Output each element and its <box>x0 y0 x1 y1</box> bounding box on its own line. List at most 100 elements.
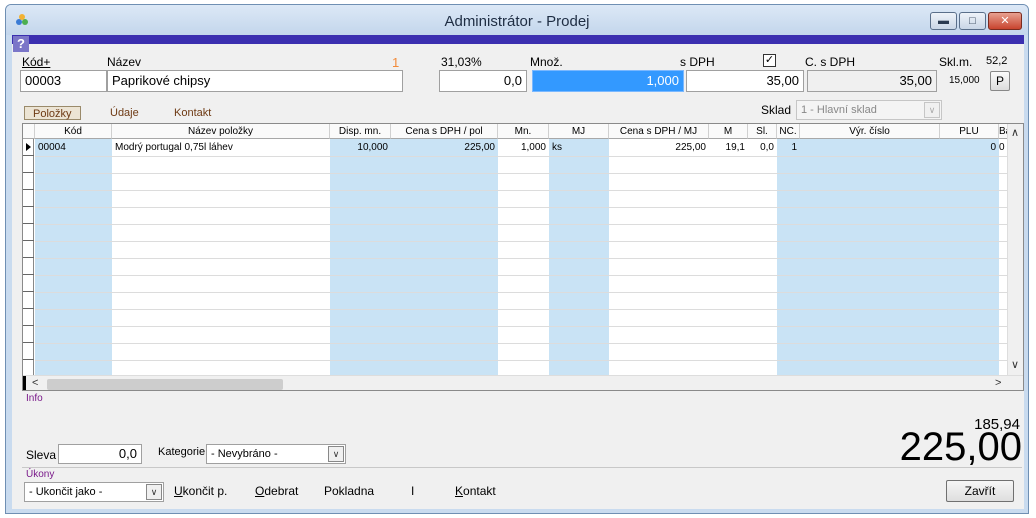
tab-udaje[interactable]: Údaje <box>110 106 139 120</box>
row-indicator[interactable] <box>23 207 34 224</box>
app-window: Administrátor - Prodej ▬ □ ✕ ? Kód+ Náze… <box>5 4 1029 514</box>
column-header-mn[interactable]: Mn. <box>498 124 549 139</box>
cell-sl: 0,0 <box>760 142 774 153</box>
column-header-m[interactable]: M <box>709 124 748 139</box>
column-header-nc[interactable]: NC. <box>777 124 800 139</box>
p-button[interactable]: P <box>990 71 1010 91</box>
chevron-down-icon: ∨ <box>924 102 940 118</box>
ukony-label: Úkony <box>26 469 55 480</box>
column-header-indicator <box>23 124 35 139</box>
row-divider <box>35 292 1009 293</box>
scroll-thumb[interactable] <box>47 379 283 390</box>
column-highlight <box>391 139 498 375</box>
vertical-scrollbar[interactable]: ∧ ∨ <box>1007 124 1023 375</box>
column-header-plu[interactable]: PLU <box>940 124 999 139</box>
row-indicator[interactable] <box>23 275 34 292</box>
row-indicator[interactable] <box>23 190 34 207</box>
ukoncit-jako-select[interactable]: - Ukončit jako - ∨ <box>24 482 164 502</box>
csdph-value: 35,00 <box>807 70 937 92</box>
items-grid[interactable]: Kód Název položky Disp. mn. Cena s DPH /… <box>22 123 1024 391</box>
tab-polozky[interactable]: Položky <box>24 106 81 120</box>
row-divider <box>35 275 1009 276</box>
row-indicator[interactable] <box>23 292 34 309</box>
sklad-label: Sklad <box>761 103 792 117</box>
row-indicator[interactable] <box>23 326 34 343</box>
cell-m: 19,1 <box>725 142 745 153</box>
total-value: 225,00 <box>899 425 1022 469</box>
row-indicator[interactable] <box>23 224 34 241</box>
row-divider <box>35 156 1009 157</box>
horizontal-scrollbar[interactable]: < > <box>23 375 1023 390</box>
zavrit-button[interactable]: Zavřít <box>946 480 1014 502</box>
cell-nc: 1 <box>791 142 797 153</box>
row-indicator[interactable] <box>23 258 34 275</box>
row-divider <box>35 360 1009 361</box>
sdph-checkbox[interactable]: ✓ <box>763 54 776 67</box>
row-indicator[interactable] <box>23 309 34 326</box>
row-indicator[interactable] <box>23 156 34 173</box>
sklad-select[interactable]: 1 - Hlavní sklad ∨ <box>796 100 942 120</box>
csdph-label: C. s DPH <box>805 55 856 69</box>
maximize-icon: □ <box>969 15 976 27</box>
info-label: Info <box>26 393 43 404</box>
column-header-cena-pol[interactable]: Cena s DPH / pol <box>391 124 498 139</box>
sklm-value: 52,2 <box>986 55 1008 67</box>
sklad-select-value: 1 - Hlavní sklad <box>801 104 877 116</box>
kod-input[interactable]: 00003 <box>20 70 107 92</box>
close-window-button[interactable]: ✕ <box>988 12 1022 30</box>
kod-label[interactable]: Kód+ <box>22 55 50 69</box>
i-link[interactable]: I <box>411 484 414 498</box>
column-header-mj[interactable]: MJ <box>549 124 609 139</box>
current-row-arrow-icon <box>26 143 31 151</box>
tab-kontakt[interactable]: Kontakt <box>174 106 211 120</box>
column-highlight <box>777 139 800 375</box>
help-icon[interactable]: ? <box>13 36 29 52</box>
row-indicator[interactable] <box>23 241 34 258</box>
maximize-button[interactable]: □ <box>959 12 986 30</box>
scroll-up-icon[interactable]: ∧ <box>1011 126 1019 139</box>
scrollbar-left-edge <box>23 376 26 390</box>
cell-cena-mj: 225,00 <box>675 142 706 153</box>
row-indicator-column <box>23 139 34 377</box>
minimize-icon: ▬ <box>938 15 949 27</box>
row-indicator[interactable] <box>23 343 34 360</box>
column-header-disp[interactable]: Disp. mn. <box>330 124 391 139</box>
column-header-sl[interactable]: Sl. <box>748 124 777 139</box>
kontakt-link[interactable]: Kontakt <box>455 484 496 498</box>
row-indicator[interactable] <box>23 139 34 156</box>
column-highlight <box>549 139 609 375</box>
scroll-right-icon[interactable]: > <box>995 377 1001 389</box>
row-divider <box>35 241 1009 242</box>
client-area: ? Kód+ Název 1 31,03% Množ. s DPH ✓ C. s… <box>12 35 1024 509</box>
column-header-vyr-cislo[interactable]: Výr. číslo <box>800 124 940 139</box>
title-bar: Administrátor - Prodej ▬ □ ✕ <box>6 5 1028 35</box>
column-header-kod[interactable]: Kód <box>35 124 112 139</box>
nazev-input[interactable]: Paprikové chipsy <box>107 70 403 92</box>
kategorie-select[interactable]: - Nevybráno - ∨ <box>206 444 346 464</box>
divider <box>22 467 1022 468</box>
cell-vyr-cislo <box>800 140 940 156</box>
row-divider <box>35 343 1009 344</box>
sleva-input[interactable]: 0,0 <box>58 444 142 464</box>
sdph-input[interactable]: 35,00 <box>686 70 804 92</box>
sklm-sub-value: 15,000 <box>949 75 980 86</box>
row-divider <box>35 326 1009 327</box>
row-indicator[interactable] <box>23 173 34 190</box>
cell-cena-pol: 225,00 <box>464 142 495 153</box>
accent-bar <box>12 35 1024 44</box>
odebrat-link[interactable]: Odebrat <box>255 484 298 498</box>
first-value-input[interactable]: 0,0 <box>439 70 527 92</box>
scroll-down-icon[interactable]: ∨ <box>1011 358 1019 371</box>
column-header-cena-mj[interactable]: Cena s DPH / MJ <box>609 124 709 139</box>
scroll-left-icon[interactable]: < <box>32 377 38 389</box>
column-header-nazev[interactable]: Název položky <box>112 124 330 139</box>
cell-kod: 00004 <box>38 142 66 153</box>
sdph-label: s DPH <box>680 55 715 69</box>
pokladna-link[interactable]: Pokladna <box>324 484 374 498</box>
sklm-label: Skl.m. <box>939 55 973 69</box>
minimize-button[interactable]: ▬ <box>930 12 957 30</box>
mnoz-input[interactable]: 1,000 <box>532 70 684 92</box>
cell-disp: 10,000 <box>357 142 388 153</box>
ukoncit-p-link[interactable]: Ukončit p. <box>174 484 227 498</box>
kategorie-select-value: - Nevybráno - <box>211 448 278 460</box>
